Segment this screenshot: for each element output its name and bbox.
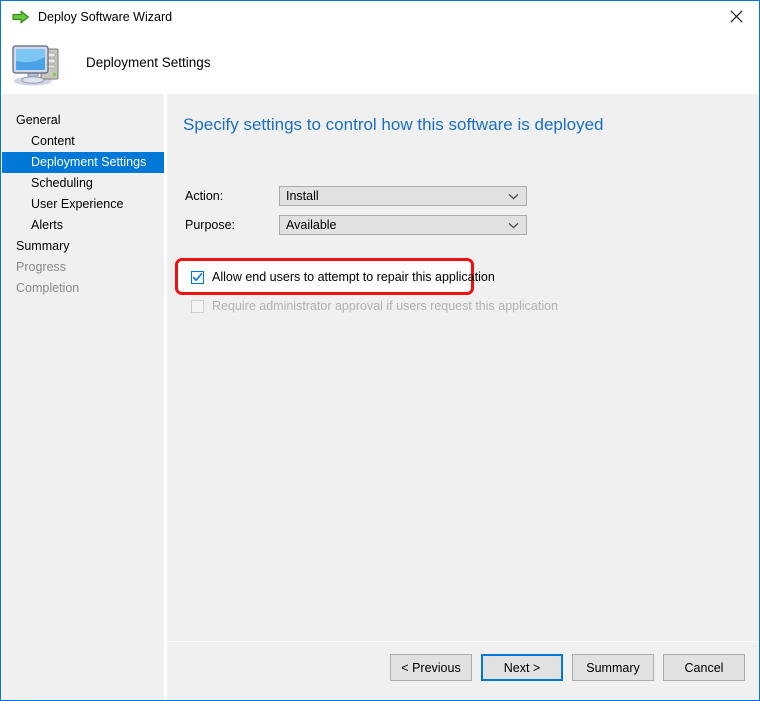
action-value: Install xyxy=(286,189,319,203)
deploy-software-wizard-window: Deploy Software Wizard Deployment Settin… xyxy=(0,0,760,701)
action-label: Action: xyxy=(185,189,224,203)
sidebar-item-completion: Completion xyxy=(16,281,80,295)
action-dropdown[interactable]: Install xyxy=(279,186,527,206)
footer-button-group: < Previous Next > Summary Cancel xyxy=(390,654,745,681)
wizard-sidebar: General Content Deployment Settings Schedul… xyxy=(2,94,164,700)
purpose-value: Available xyxy=(286,218,337,232)
window-title: Deploy Software Wizard xyxy=(38,9,173,24)
require-approval-label: Require administrator approval if users … xyxy=(212,299,559,313)
computer-icon xyxy=(11,39,67,87)
sidebar-item-alerts[interactable]: Alerts xyxy=(2,215,164,236)
sidebar-item-general[interactable]: General xyxy=(2,110,164,131)
allow-repair-label: Allow end users to attempt to repair thi… xyxy=(212,270,495,284)
purpose-row: Purpose: Available xyxy=(185,215,527,235)
title-bar: Deploy Software Wizard xyxy=(1,1,759,32)
sidebar-item-scheduling[interactable]: Scheduling xyxy=(2,173,164,194)
checkbox-unchecked-icon xyxy=(191,299,204,313)
previous-button[interactable]: < Previous xyxy=(390,654,472,681)
purpose-label: Purpose: xyxy=(185,218,236,232)
cancel-button[interactable]: Cancel xyxy=(663,654,745,681)
sidebar-item-progress: Progress xyxy=(16,260,67,274)
summary-button[interactable]: Summary xyxy=(572,654,654,681)
close-icon[interactable] xyxy=(713,1,759,31)
page-title: Deployment Settings xyxy=(86,55,211,70)
next-button[interactable]: Next > xyxy=(481,654,563,681)
sidebar-item-content[interactable]: Content xyxy=(2,131,164,152)
content-heading: Specify settings to control how this sof… xyxy=(183,115,604,134)
chevron-down-icon xyxy=(508,187,519,205)
purpose-dropdown[interactable]: Available xyxy=(279,215,527,235)
require-approval-checkbox-row: Require administrator approval if users … xyxy=(191,297,558,315)
action-row: Action: Install xyxy=(185,186,527,206)
sidebar-item-summary[interactable]: Summary xyxy=(2,236,164,257)
sidebar-item-deployment-settings[interactable]: Deployment Settings xyxy=(2,152,164,173)
allow-repair-checkbox-row[interactable]: Allow end users to attempt to repair thi… xyxy=(191,268,495,286)
green-arrow-icon xyxy=(12,9,30,25)
wizard-footer: < Previous Next > Summary Cancel xyxy=(167,642,759,700)
checkbox-checked-icon[interactable] xyxy=(191,270,204,284)
sidebar-item-user-experience[interactable]: User Experience xyxy=(2,194,164,215)
wizard-header: Deployment Settings xyxy=(2,32,759,93)
sidebar-nav-list: General Content Deployment Settings Schedul… xyxy=(2,94,164,299)
chevron-down-icon xyxy=(508,216,519,234)
content-panel: Specify settings to control how this sof… xyxy=(167,94,759,700)
